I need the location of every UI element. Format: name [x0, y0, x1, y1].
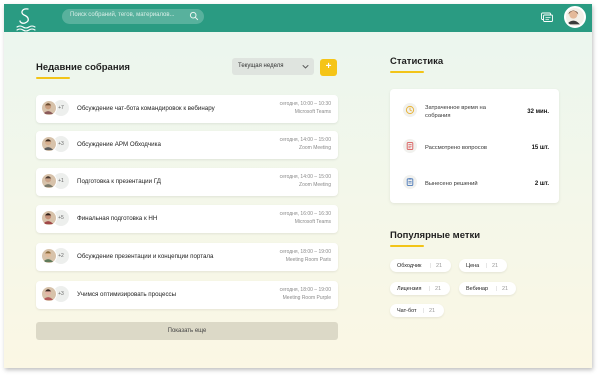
participant-avatar: [41, 136, 57, 152]
tag-chip[interactable]: Обходчик | 21: [390, 259, 451, 272]
tag-chip[interactable]: Вебинар | 21: [459, 282, 516, 295]
meeting-place: Zoom Meeting: [299, 145, 331, 151]
meeting-time: сегодня, 14:00 – 15:00: [279, 137, 331, 143]
meeting-row[interactable]: +3 Учимся оптимизировать процессы сегодн…: [36, 281, 338, 309]
user-avatar[interactable]: [564, 6, 586, 28]
add-meeting-button[interactable]: +: [320, 59, 337, 76]
meeting-title: Учимся оптимизировать процессы: [77, 291, 177, 298]
app-window: Поиск собраний, тегов, материалов... Нед…: [4, 4, 592, 368]
stat-label-decisions: Вынесено решений: [425, 181, 478, 187]
search-icon[interactable]: [189, 11, 199, 21]
meeting-title: Обсуждение АРМ Обходчика: [77, 141, 161, 148]
chat-icon[interactable]: [541, 12, 553, 23]
week-select[interactable]: Текущая неделя: [232, 58, 314, 75]
questions-icon: [403, 139, 417, 153]
participant-avatar: [41, 173, 57, 189]
stat-label-line: Затраченное время на: [425, 105, 486, 111]
stat-value-time: 32 мин.: [527, 109, 549, 115]
stat-value-decisions: 2 шт.: [534, 181, 549, 187]
meeting-time: сегодня, 18:00 – 19:00: [279, 249, 331, 255]
tag-count: 21: [502, 285, 509, 292]
meeting-row[interactable]: +5 Финальная подготовка к НН сегодня, 16…: [36, 205, 338, 233]
title-underline: [390, 71, 424, 73]
stat-label-line: собрания: [425, 113, 451, 119]
stats-title: Статистика: [390, 56, 444, 67]
plus-icon: +: [325, 61, 332, 72]
meeting-time: сегодня, 18:00 – 19:00: [279, 287, 331, 293]
tag-chip[interactable]: Цена | 21: [459, 259, 507, 272]
participant-avatar: [41, 248, 57, 264]
recent-meetings-title: Недавние собрания: [36, 62, 130, 73]
meeting-place: Microsoft Teams: [294, 109, 331, 115]
tag-count: 21: [435, 285, 442, 292]
meeting-row[interactable]: +2 Обсуждение презентации и концепции по…: [36, 243, 338, 271]
tag-separator: |: [496, 285, 498, 292]
tag-count: 21: [492, 262, 499, 269]
stat-label-questions: Рассмотрено вопросов: [425, 145, 488, 151]
show-more-label: Показать еще: [167, 328, 207, 334]
meeting-title: Обсуждение чат-бота командировок к вебин…: [77, 105, 215, 112]
title-underline: [390, 245, 424, 247]
stat-label-time: Затраченное время на собрания: [425, 104, 486, 120]
meeting-place: Meeting Room Purple: [282, 295, 331, 301]
tag-name: Чат-бот: [397, 307, 417, 314]
tag-separator: |: [430, 262, 432, 269]
stats-card: Затраченное время на собрания 32 мин. Ра…: [390, 89, 559, 203]
meeting-place: Zoom Meeting: [299, 182, 331, 188]
logo-icon[interactable]: [14, 6, 38, 32]
meeting-row[interactable]: +1 Подготовка к презентации ГД сегодня, …: [36, 168, 338, 196]
meeting-row[interactable]: +7 Обсуждение чат-бота командировок к ве…: [36, 95, 338, 123]
participant-avatar: [41, 100, 57, 116]
meeting-time: сегодня, 14:00 – 15:00: [279, 174, 331, 180]
tag-count: 21: [436, 262, 443, 269]
search-placeholder: Поиск собраний, тегов, материалов...: [70, 12, 175, 18]
meeting-time: сегодня, 16:00 – 16:30: [279, 211, 331, 217]
tag-separator: |: [486, 262, 488, 269]
top-bar: Поиск собраний, тегов, материалов...: [4, 4, 592, 32]
search-input[interactable]: Поиск собраний, тегов, материалов...: [62, 9, 204, 24]
tag-separator: |: [429, 285, 431, 292]
meeting-title: Обсуждение презентации и концепции порта…: [77, 253, 214, 260]
meeting-row[interactable]: +3 Обсуждение АРМ Обходчика сегодня, 14:…: [36, 131, 338, 159]
participant-avatar: [41, 210, 57, 226]
week-select-label: Текущая неделя: [238, 63, 284, 69]
meeting-time: сегодня, 10:00 – 10:30: [279, 101, 331, 107]
tag-name: Обходчик: [397, 262, 422, 269]
tag-chip[interactable]: Лицензия | 21: [390, 282, 450, 295]
participant-avatar: [41, 286, 57, 302]
stat-value-questions: 15 шт.: [531, 145, 549, 151]
decisions-icon: [403, 175, 417, 189]
meeting-title: Финальная подготовка к НН: [77, 215, 158, 222]
title-underline: [36, 77, 70, 79]
meeting-place: Meeting Room Paris: [285, 257, 331, 263]
tag-separator: |: [423, 307, 425, 314]
show-more-button[interactable]: Показать еще: [36, 322, 338, 340]
tag-name: Лицензия: [397, 285, 422, 292]
tag-name: Вебинар: [466, 285, 489, 292]
meeting-place: Microsoft Teams: [294, 219, 331, 225]
tag-chip[interactable]: Чат-бот | 21: [390, 304, 444, 317]
tag-count: 21: [429, 307, 436, 314]
tags-title: Популярные метки: [390, 230, 481, 241]
tag-name: Цена: [466, 262, 480, 269]
chevron-down-icon: [302, 65, 309, 69]
clock-icon: [403, 103, 417, 117]
meeting-title: Подготовка к презентации ГД: [77, 178, 161, 185]
